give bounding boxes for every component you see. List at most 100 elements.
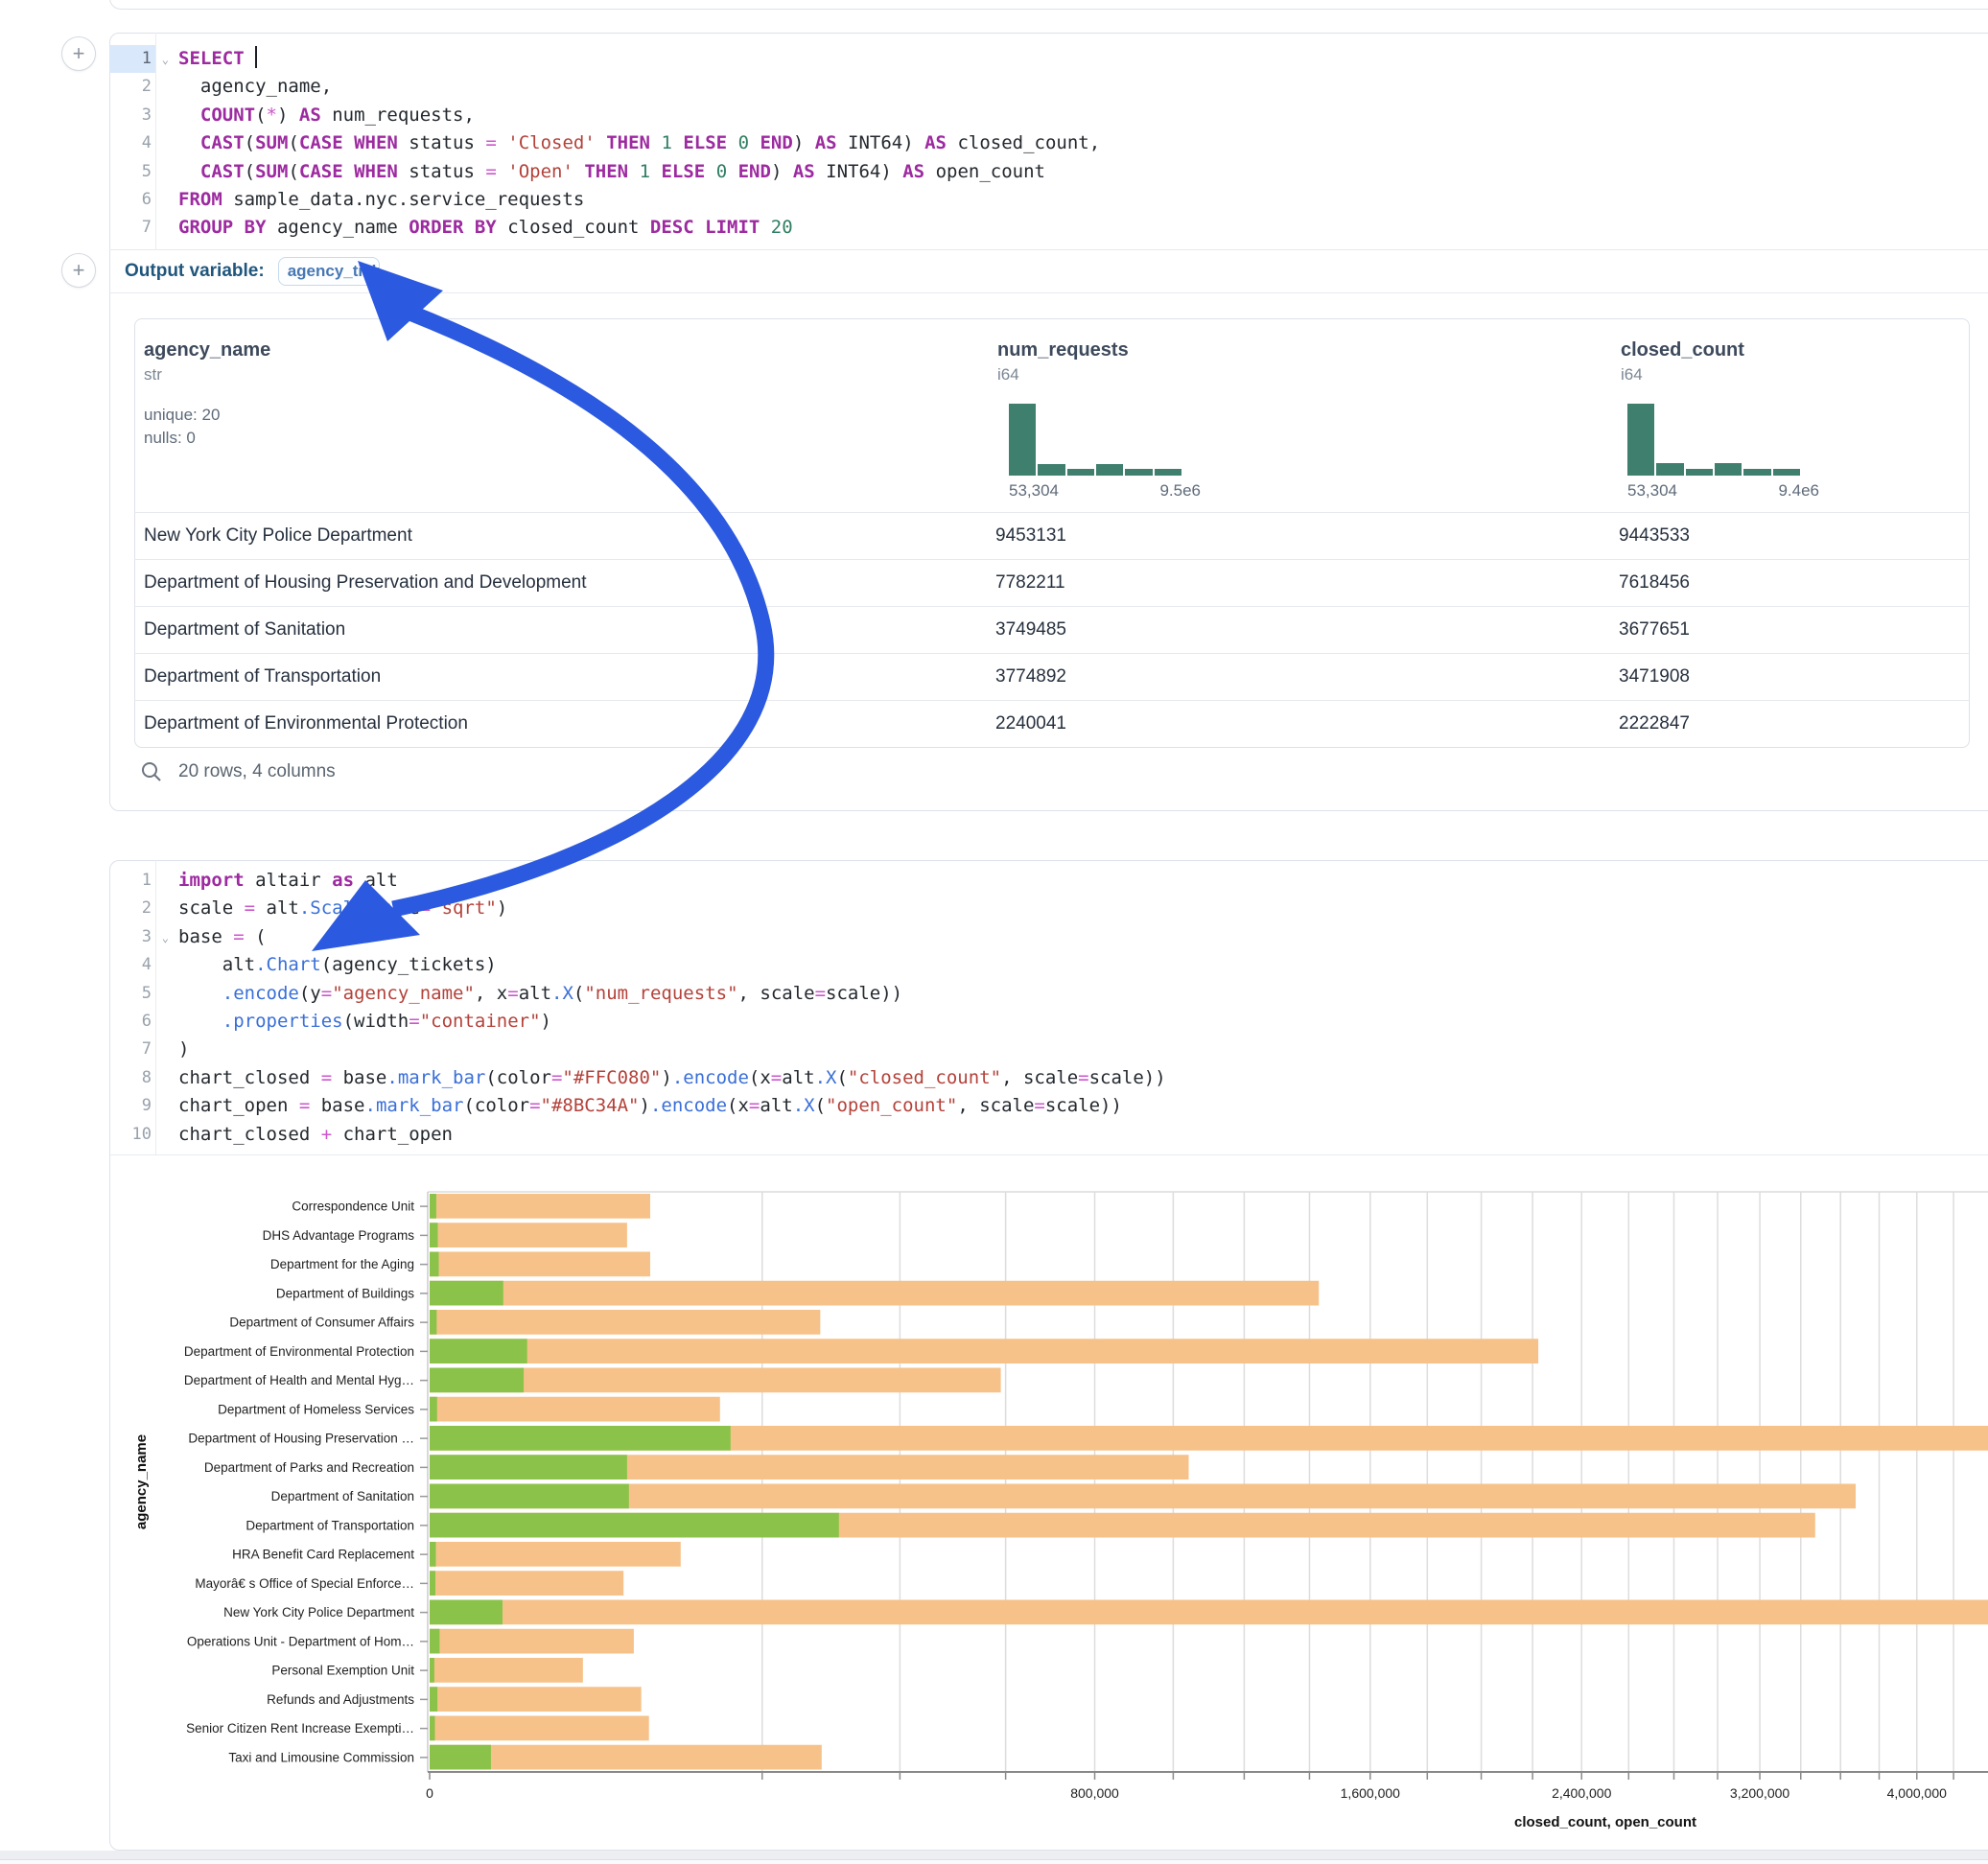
line-number: 3 [109,102,155,129]
line-number: 7 [109,214,155,242]
svg-text:Department of Health and Menta: Department of Health and Mental Hyg… [184,1373,414,1387]
code-line[interactable]: 7GROUP BY agency_name ORDER BY closed_co… [109,214,1988,242]
python-code-editor[interactable]: 1import altair as alt2scale = alt.Scale(… [109,860,1988,1155]
code-line[interactable]: 3⌄base = ( [109,923,1988,951]
line-number: 1⌄ [109,45,155,73]
code-line[interactable]: 10chart_closed + chart_open [109,1121,1988,1149]
altair-bar-chart: Correspondence UnitDHS Advantage Program… [0,1155,1988,1851]
svg-text:Personal Exemption Unit: Personal Exemption Unit [271,1664,414,1678]
table-cell: 3774892 [995,666,1066,687]
table-cell: Department of Environmental Protection [144,713,468,734]
svg-text:closed_count, open_count: closed_count, open_count [1514,1814,1696,1830]
table-row[interactable]: Department of Sanitation 3749485 3677651 [134,606,1970,653]
line-number: 2 [109,73,155,101]
table-cell: 2240041 [995,713,1066,734]
table-cell: 3677651 [1619,619,1690,641]
code-line[interactable]: 1import altair as alt [109,867,1988,895]
column-type: i64 [997,365,1201,384]
sql-code-editor[interactable]: 1⌄SELECT 2 agency_name,3 COUNT(*) AS num… [109,33,1988,250]
column-type: str [144,365,270,384]
code-line[interactable]: 5 CAST(SUM(CASE WHEN status = 'Open' THE… [109,158,1988,186]
output-variable-label: Output variable: [125,261,265,282]
hist-max-label: 9.5e6 [1159,481,1201,501]
fold-toggle-icon[interactable]: ⌄ [162,924,169,952]
svg-text:3,200,000: 3,200,000 [1730,1785,1789,1801]
code-line[interactable]: 8chart_closed = base.mark_bar(color="#FF… [109,1064,1988,1092]
table-row[interactable]: New York City Police Department 9453131 94… [134,512,1970,559]
add-cell-button-output[interactable]: + [61,253,96,288]
line-number: 4 [109,951,155,979]
code-line[interactable]: 2 agency_name, [109,73,1988,101]
table-cell: 3749485 [995,619,1066,641]
code-line[interactable]: 7) [109,1036,1988,1063]
line-number: 5 [109,980,155,1008]
table-footer-text: 20 rows, 4 columns [178,761,336,782]
add-cell-button-top[interactable]: + [61,36,96,71]
code-line[interactable]: 9chart_open = base.mark_bar(color="#8BC3… [109,1092,1988,1120]
column-header-agency-name[interactable]: agency_name str unique: 20 nulls: 0 [144,339,270,448]
svg-text:Department of Parks and Recrea: Department of Parks and Recreation [204,1460,414,1475]
line-number: 7 [109,1036,155,1063]
line-number: 9 [109,1092,155,1120]
fold-toggle-icon[interactable]: ⌄ [162,46,169,74]
svg-text:800,000: 800,000 [1070,1785,1119,1801]
line-number: 4 [109,129,155,157]
column-header-num-requests[interactable]: num_requests i64 53,304 9.5e6 [997,339,1201,501]
gutter-separator [155,860,156,1154]
svg-text:2,400,000: 2,400,000 [1552,1785,1611,1801]
column-stat-unique: unique: 20 [144,406,270,425]
svg-text:0: 0 [426,1785,433,1801]
gutter-separator [155,33,156,249]
svg-text:Operations Unit - Department o: Operations Unit - Department of Hom… [187,1634,414,1648]
svg-text:Correspondence Unit: Correspondence Unit [292,1200,414,1214]
column-histogram [1009,404,1181,476]
code-line[interactable]: 5 .encode(y="agency_name", x=alt.X("num_… [109,980,1988,1008]
svg-text:Mayorâ€ s Office of Special En: Mayorâ€ s Office of Special Enforce… [195,1576,414,1591]
notebook-page: + + 1⌄SELECT 2 agency_name,3 COUNT(*) AS… [0,0,1988,1864]
code-line[interactable]: 4 alt.Chart(agency_tickets) [109,951,1988,979]
column-histogram [1627,404,1800,476]
output-variable-row: Output variable: agency_tickets [109,250,1988,293]
table-cell: 9443533 [1619,525,1690,547]
column-name: num_requests [997,339,1201,361]
code-line[interactable]: 2scale = alt.Scale(type="sqrt") [109,895,1988,922]
code-line[interactable]: 6 .properties(width="container") [109,1008,1988,1036]
table-cell: Department of Sanitation [144,619,345,641]
code-line[interactable]: 6FROM sample_data.nyc.service_requests [109,186,1988,214]
next-cell-top [0,1859,1988,1864]
svg-text:Department of Homeless Service: Department of Homeless Services [218,1402,414,1416]
table-row[interactable]: Department of Environmental Protection 22… [134,700,1970,747]
column-header-closed-count[interactable]: closed_count i64 53,304 9.4e6 [1621,339,1819,501]
svg-text:Department of Environmental Pr: Department of Environmental Protection [184,1344,414,1359]
svg-text:Department of Sanitation: Department of Sanitation [271,1489,414,1503]
column-name: closed_count [1621,339,1819,361]
table-cell: 2222847 [1619,713,1690,734]
hist-min-label: 53,304 [1009,481,1059,501]
table-cell: New York City Police Department [144,525,412,547]
svg-text:HRA Benefit Card Replacement: HRA Benefit Card Replacement [232,1548,414,1562]
table-cell: 7782211 [995,572,1065,594]
svg-text:1,600,000: 1,600,000 [1341,1785,1400,1801]
svg-text:Taxi and Limousine Commission: Taxi and Limousine Commission [228,1750,414,1764]
svg-text:New York City Police Departmen: New York City Police Department [223,1605,414,1619]
code-line[interactable]: 4 CAST(SUM(CASE WHEN status = 'Closed' T… [109,129,1988,157]
svg-text:agency_name: agency_name [133,1434,150,1529]
table-footer: 20 rows, 4 columns [140,757,336,786]
column-name: agency_name [144,339,270,361]
svg-text:Department of Transportation: Department of Transportation [246,1518,414,1532]
line-number: 6 [109,186,155,214]
code-line[interactable]: 1⌄SELECT [109,45,1988,73]
table-row[interactable]: Department of Transportation377489234719… [134,653,1970,700]
output-variable-input[interactable]: agency_tickets [278,257,380,286]
code-line[interactable]: 3 COUNT(*) AS num_requests, [109,102,1988,129]
table-cell: 3471908 [1619,666,1690,687]
column-type: i64 [1621,365,1819,384]
table-cell: 9453131 [995,525,1066,547]
table-row[interactable]: Department of Housing Preservation and D… [134,559,1970,606]
hist-min-label: 53,304 [1627,481,1677,501]
search-icon[interactable] [140,760,163,783]
svg-text:4,000,000: 4,000,000 [1887,1785,1947,1801]
svg-text:Senior Citizen Rent Increase E: Senior Citizen Rent Increase Exempti… [186,1721,414,1736]
line-number: 1 [109,867,155,895]
hist-max-label: 9.4e6 [1778,481,1819,501]
